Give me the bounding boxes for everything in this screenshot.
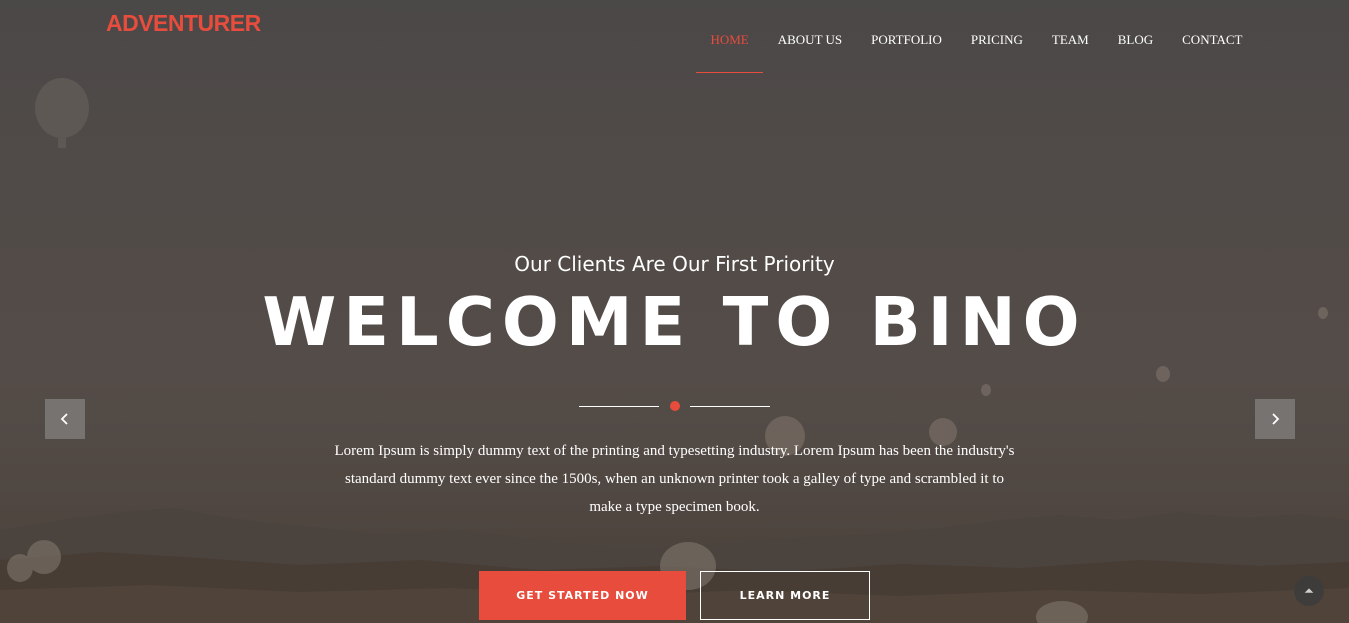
hero-divider (579, 400, 770, 412)
divider-line-left (579, 406, 659, 407)
scroll-to-top-button[interactable] (1294, 576, 1324, 606)
nav-item-pricing[interactable]: PRICING (956, 0, 1037, 74)
divider-dot (670, 401, 680, 411)
carousel-next-button[interactable] (1255, 399, 1295, 439)
get-started-button[interactable]: GET STARTED NOW (479, 571, 686, 620)
site-logo[interactable]: ADVENTURER (106, 10, 261, 37)
chevron-up-icon (1304, 588, 1314, 593)
nav-item-portfolio[interactable]: PORTFOLIO (857, 0, 957, 74)
nav-item-about-us[interactable]: ABOUT US (763, 0, 856, 74)
chevron-left-icon (60, 413, 68, 425)
nav-item-team[interactable]: TEAM (1037, 0, 1103, 74)
chevron-right-icon (1272, 413, 1280, 425)
nav-item-contact[interactable]: CONTACT (1168, 0, 1257, 74)
nav-item-blog[interactable]: BLOG (1103, 0, 1167, 74)
nav-item-home[interactable]: HOME (695, 0, 764, 74)
hero-title: WELCOME TO BINO (262, 283, 1087, 361)
hero-subtitle: Our Clients Are Our First Priority (514, 252, 835, 276)
divider-line-right (690, 406, 770, 407)
main-nav: HOME ABOUT US PORTFOLIO PRICING TEAM BLO… (695, 0, 1257, 74)
carousel-prev-button[interactable] (45, 399, 85, 439)
learn-more-button[interactable]: LEARN MORE (700, 571, 870, 620)
hero-description: Lorem Ipsum is simply dummy text of the … (334, 443, 1015, 515)
